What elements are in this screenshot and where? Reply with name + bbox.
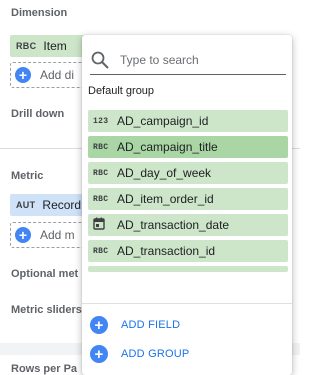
field-item[interactable]: 123 AD_campaign_id [88,110,288,132]
add-field-button[interactable]: + ADD FIELD [90,316,180,334]
plus-icon: + [15,67,31,83]
field-item[interactable]: RBC AD_item_order_id [88,188,288,210]
calendar-icon [93,217,115,233]
plus-icon: + [90,316,108,334]
add-group-button[interactable]: + ADD GROUP [90,345,189,363]
optional-metrics-label: Optional met [11,268,79,280]
field-name: AD_item_order_id [117,192,214,206]
search-bar[interactable] [90,45,286,75]
number-type-icon: 123 [93,116,109,126]
rows-per-page-label: Rows per Pa [11,363,78,375]
field-name: AD_campaign_id [117,114,209,128]
field-item-partial[interactable] [88,266,288,272]
dimension-section-title: Dimension [11,7,68,19]
popup-divider [82,303,292,304]
dimension-chip-label: Item [43,39,67,53]
field-item[interactable]: AD_transaction_date [88,214,288,236]
metric-chip-label: Record [42,198,82,212]
add-metric-button[interactable]: + Add m [10,222,90,248]
text-type-icon: RBC [93,142,109,152]
add-dimension-button[interactable]: + Add di [10,62,90,88]
field-item[interactable]: RBC AD_transaction_id [88,240,288,262]
search-input[interactable] [120,52,270,67]
field-list[interactable]: 123 AD_campaign_id RBC AD_campaign_title… [88,110,288,294]
drill-down-label: Drill down [11,108,65,120]
text-type-icon: RBC [16,41,37,51]
field-name: AD_transaction_id [117,244,216,258]
add-dimension-label: Add di [40,68,75,82]
metric-chip[interactable]: AUT Record [10,194,90,216]
add-group-label: ADD GROUP [121,348,190,360]
field-name: AD_day_of_week [117,166,212,180]
field-item[interactable]: RBC AD_day_of_week [88,162,288,184]
metric-sliders-label: Metric sliders [11,304,82,316]
search-icon [91,51,109,69]
add-field-label: ADD FIELD [121,319,181,331]
text-type-icon: RBC [93,194,109,204]
text-type-icon: RBC [93,246,109,256]
plus-icon: + [90,345,108,363]
group-label: Default group [88,85,155,97]
field-name: AD_transaction_date [117,218,230,232]
field-item-selected[interactable]: RBC AD_campaign_title [88,136,288,158]
plus-icon: + [15,227,31,243]
auto-type-icon: AUT [16,200,36,210]
metric-section-title: Metric [11,170,44,182]
add-metric-label: Add m [40,228,75,242]
field-name: AD_campaign_title [117,140,218,154]
text-type-icon: RBC [93,168,109,178]
field-picker-popup: Default group 123 AD_campaign_id RBC AD_… [82,35,292,375]
dimension-chip[interactable]: RBC Item [10,35,90,57]
